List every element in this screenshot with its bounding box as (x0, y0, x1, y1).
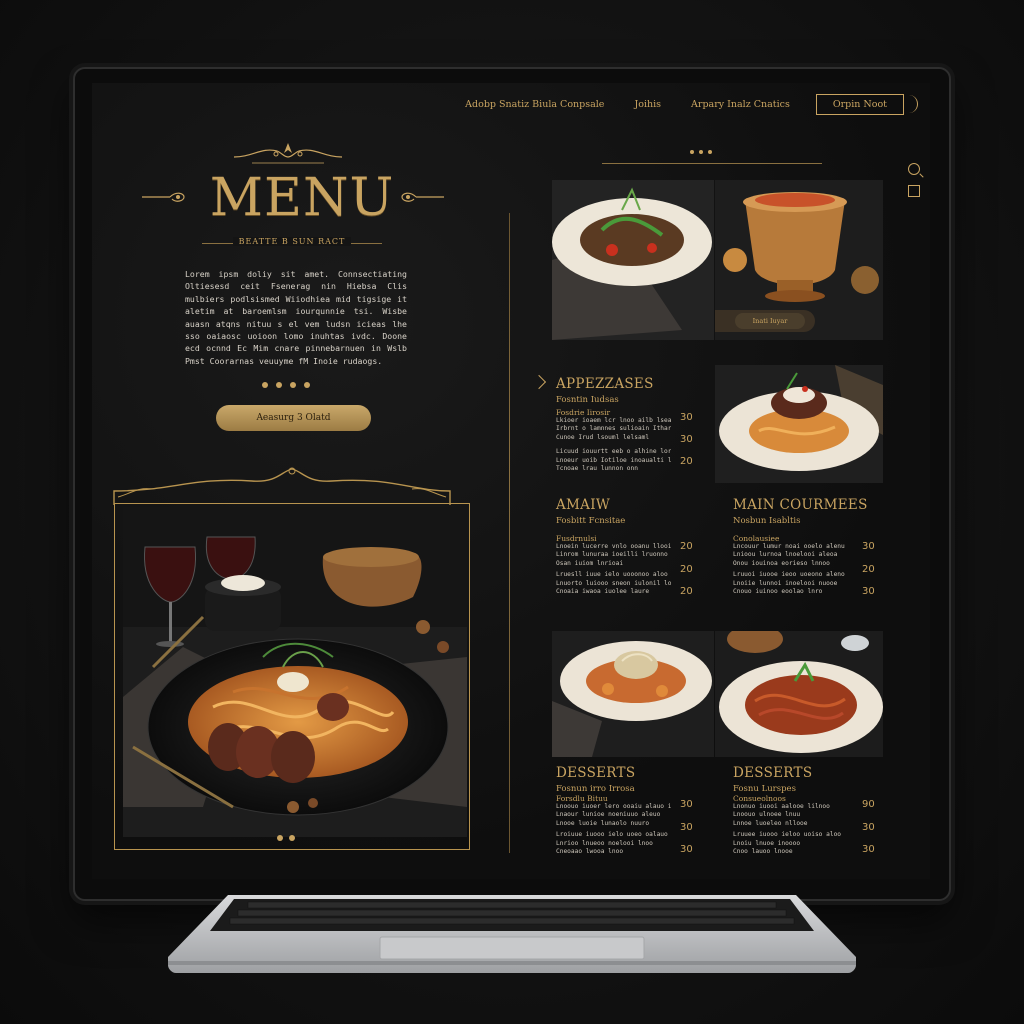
section-title: APPEZZASES (556, 376, 654, 392)
menu-item[interactable]: Lruuee iuooo ieloo uoiso aloo Lnoiu lnuo… (733, 831, 883, 856)
item-price: 30 (680, 799, 693, 810)
nav-link-2[interactable]: Joihis (634, 99, 661, 110)
section-title: MAIN COURMEES (733, 497, 868, 513)
order-now-button[interactable]: Orpin Noot (815, 93, 904, 115)
website-screen: Adobp Snatiz Biula Conpsale Joihis Arpar… (92, 83, 930, 879)
item-price: 30 (680, 412, 693, 423)
reserve-button[interactable]: Aeasurg 3 Olatd (216, 405, 371, 431)
feature-dots[interactable] (277, 835, 301, 841)
menu-item[interactable]: Consueolnoos Lnonuo iuooi aalooe lilnoo … (733, 794, 883, 828)
menu-item[interactable]: Lruuoi iuooe ieoo uoeono aleno Lnoiie lu… (733, 571, 883, 596)
section-subtitle: Fosnu Lurspes (733, 784, 796, 794)
section-subtitle: Fosnun irro Irrosa (556, 784, 635, 794)
laptop-keyboard-base (168, 895, 856, 973)
item-price: 30 (680, 844, 693, 855)
top-nav: Adobp Snatiz Biula Conpsale Joihis Arpar… (435, 93, 918, 115)
chevron-right-icon[interactable] (907, 95, 918, 113)
section-title: DESSERTS (556, 765, 636, 781)
item-price: 20 (680, 564, 693, 575)
item-price: 90 (862, 799, 875, 810)
item-price: 30 (680, 822, 693, 833)
nav-link-1[interactable]: Adobp Snatiz Biula Conpsale (465, 99, 604, 110)
page-subtitle: BEATTE B SUN RACT (202, 237, 382, 246)
section-subtitle: Fosntin Iudsas (556, 395, 619, 405)
item-price: 30 (862, 844, 875, 855)
search-icon[interactable] (908, 163, 920, 175)
photo-badge[interactable]: Inati Iuyar (735, 313, 805, 329)
photo-spaghetti (715, 631, 883, 757)
section-desserts-left: DESSERTS Fosnun irro Irrosa Forsdlu Bitu… (556, 765, 706, 856)
item-price: 30 (862, 822, 875, 833)
section-subtitle: Fosbitt Fcnsitae (556, 516, 626, 526)
item-price: 20 (680, 541, 693, 552)
item-desc: Licuud iouurtt eeb o alhine lore Lnoeur … (556, 448, 671, 473)
item-name: Consueolnoos (733, 794, 786, 803)
item-price: 30 (862, 541, 875, 552)
section-subtitle: Nosbun Isabltis (733, 516, 801, 526)
menu-item[interactable]: Conolausiee Lncouur lumur noai ooelo ale… (733, 534, 883, 568)
item-price: 20 (862, 564, 875, 575)
cart-icon[interactable] (908, 185, 920, 197)
item-desc: Lruuoi iuooe ieoo uoeono aleno Lnoiie lu… (733, 571, 845, 596)
item-desc: Lkioer ioaem lcr lnoo ailb lsea. Irbrnt … (556, 417, 671, 441)
photo-tureen: Inati Iuyar (715, 180, 883, 340)
section-title: DESSERTS (733, 765, 813, 781)
carousel-dots[interactable] (262, 382, 318, 388)
item-price: 20 (680, 586, 693, 597)
item-desc: Lruuee iuooo ieloo uoiso aloo Lnoiu lnuo… (733, 831, 842, 856)
item-desc: Lroiuue iuooo ielo uoeo oalauo Lnrioo ln… (556, 831, 668, 856)
item-desc: Lncouur lumur noai ooelo alenu Lnioou lu… (733, 543, 845, 567)
section-desserts-right: DESSERTS Fosnu Lurspes Consueolnoos Lnon… (733, 765, 883, 856)
photo-noodles-bowl (552, 631, 714, 757)
side-tools (908, 163, 922, 207)
flourish-right-icon (401, 192, 444, 202)
photo-pasta-top (715, 365, 883, 483)
item-desc: Lnoein lucerre vnlo ooanu llooie Linrom … (556, 543, 671, 567)
item-desc: Lruesll iuue ielo uooonoo aloo Lnuorto l… (556, 571, 671, 596)
section-title: AMAIW (556, 497, 611, 513)
frame-arch-ornament (113, 467, 451, 505)
gallery-dots[interactable] (690, 150, 717, 154)
column-divider (509, 213, 510, 853)
item-name: Conolausiee (733, 534, 780, 543)
item-desc: Lnonuo iuooi aalooe lilnoo Lnoouo ulnoee… (733, 803, 830, 827)
nav-link-3[interactable]: Arpary Inalz Cnatics (691, 99, 790, 110)
item-price: 20 (680, 456, 693, 467)
feature-dish-photo (123, 507, 467, 837)
intro-text: Lorem ipsm doliy sit amet. Connsectiatin… (185, 269, 407, 366)
page-subtitle-text: BEATTE B SUN RACT (232, 237, 352, 246)
photo-salad (552, 180, 714, 340)
chevron-right-icon-section[interactable] (531, 374, 547, 390)
section-main-courses: MAIN COURMEES Nosbun Isabltis Conolausie… (733, 497, 883, 596)
item-desc: Lnoouo iuoer lero ooaiu alauo ileo Lnaou… (556, 803, 671, 827)
ornament-crest-icon (233, 143, 343, 164)
item-price: 30 (680, 434, 693, 445)
item-price: 30 (862, 586, 875, 597)
top-rule (602, 163, 822, 164)
